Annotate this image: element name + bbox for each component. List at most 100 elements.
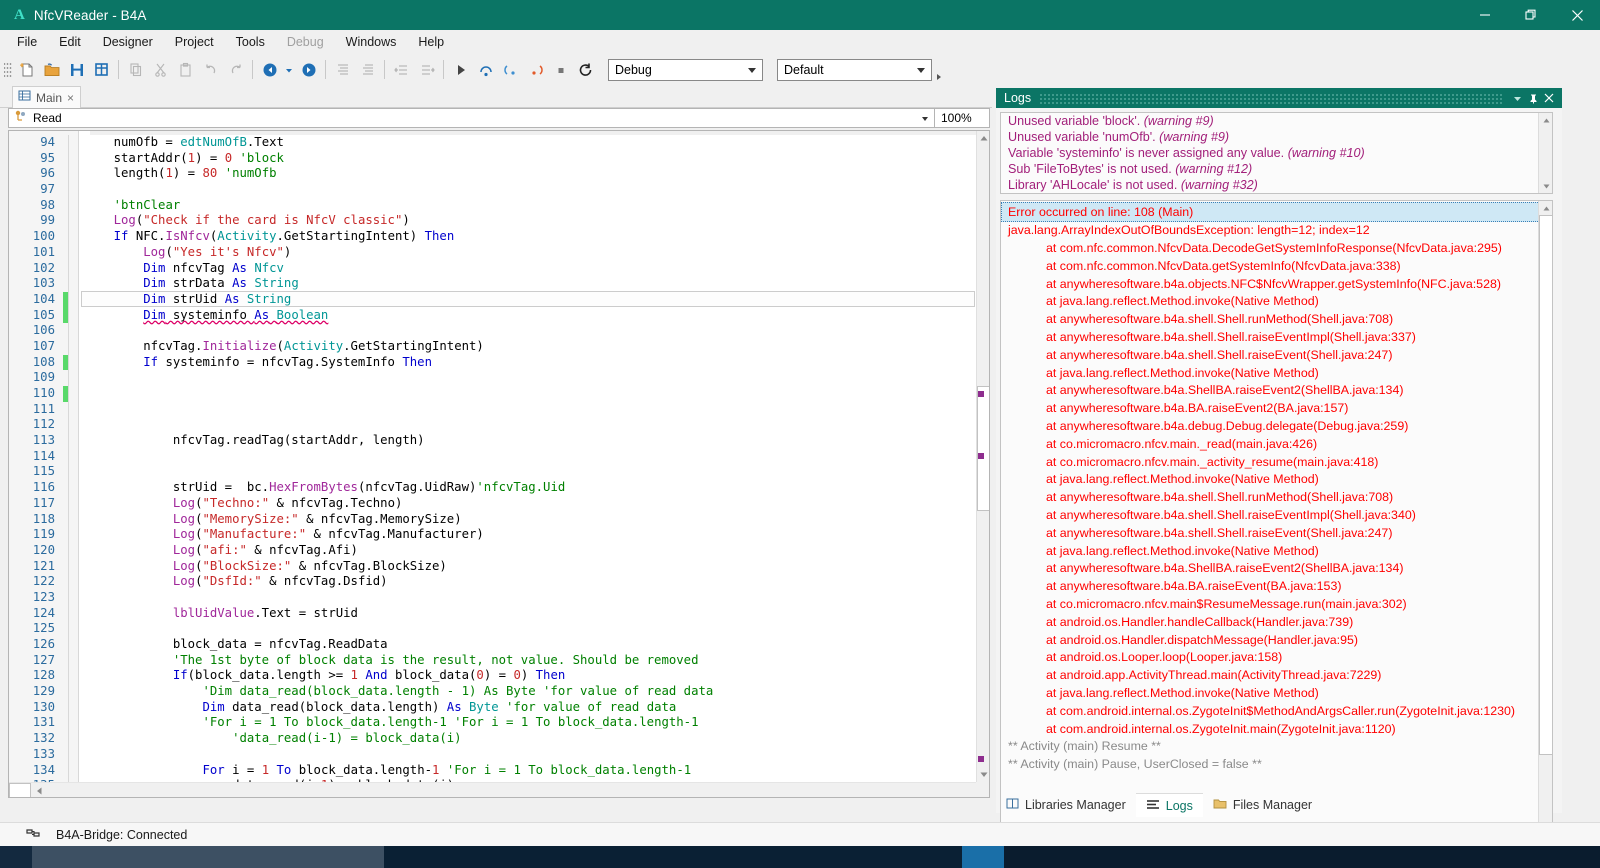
restart-icon[interactable] — [573, 57, 598, 82]
code-line[interactable]: 125 — [9, 621, 976, 637]
code-line[interactable]: 123 — [9, 590, 976, 606]
save-all-icon[interactable] — [89, 57, 114, 82]
code-line[interactable]: 99 Log("Check if the card is NfcV classi… — [9, 213, 976, 229]
log-entry[interactable]: at anywheresoftware.b4a.ShellBA.raiseEve… — [1001, 560, 1538, 578]
chevron-down-icon[interactable] — [1509, 88, 1525, 108]
warning-item[interactable]: Unused variable 'numOfb'. (warning #9) — [1001, 129, 1552, 145]
tab-logs[interactable]: Logs — [1136, 793, 1203, 817]
toolbar-grip[interactable] — [4, 61, 12, 79]
taskbar-start[interactable] — [0, 846, 32, 868]
pin-icon[interactable] — [1525, 88, 1541, 108]
warnings-scrollbar[interactable] — [1538, 113, 1552, 193]
code-line[interactable]: 94 numOfb = edtNumOfB.Text — [9, 135, 976, 151]
tab-libraries-manager[interactable]: Libraries Manager — [996, 793, 1136, 817]
code-line[interactable]: 97 — [9, 182, 976, 198]
log-entry[interactable]: at android.app.ActivityThread.main(Activ… — [1001, 667, 1538, 685]
log-entry[interactable]: at anywheresoftware.b4a.shell.Shell.runM… — [1001, 311, 1538, 329]
log-entry[interactable]: at anywheresoftware.b4a.ShellBA.raiseEve… — [1001, 382, 1538, 400]
scroll-down-icon[interactable] — [1539, 179, 1553, 193]
undo-icon[interactable] — [198, 57, 223, 82]
scroll-down-icon[interactable] — [977, 768, 990, 782]
code-line[interactable]: 112 — [9, 417, 976, 433]
os-taskbar[interactable] — [0, 846, 1600, 868]
editor-scroll-thumb[interactable] — [977, 386, 990, 511]
panel-drag-handle[interactable] — [1039, 93, 1503, 104]
code-line[interactable]: 134 For i = 1 To block_data.length-1 'Fo… — [9, 763, 976, 779]
taskbar-segment[interactable] — [32, 846, 384, 868]
log-entry[interactable]: at com.nfc.common.NfcvData.DecodeGetSyst… — [1001, 240, 1538, 258]
comment-icon[interactable] — [389, 57, 414, 82]
uncomment-icon[interactable] — [414, 57, 439, 82]
code-line[interactable]: 107 nfcvTag.Initialize(Activity.GetStart… — [9, 339, 976, 355]
log-entry[interactable]: at co.micromacro.nfcv.main$ResumeMessage… — [1001, 596, 1538, 614]
editor-horizontal-scrollbar[interactable] — [9, 782, 976, 797]
minimize-button[interactable] — [1462, 0, 1508, 30]
menu-designer[interactable]: Designer — [92, 32, 164, 52]
code-line[interactable]: 118 Log("MemorySize:" & nfcvTag.MemorySi… — [9, 512, 976, 528]
log-entry[interactable]: at android.os.Handler.handleCallback(Han… — [1001, 613, 1538, 631]
log-entry[interactable]: at anywheresoftware.b4a.shell.Shell.rais… — [1001, 524, 1538, 542]
toolbar-overflow-icon[interactable] — [932, 57, 946, 82]
code-line[interactable]: 98 'btnClear — [9, 198, 976, 214]
code-line[interactable]: 108 If systeminfo = nfcvTag.SystemInfo T… — [9, 355, 976, 371]
log-entry[interactable]: at com.android.internal.os.ZygoteInit.ma… — [1001, 720, 1538, 738]
taskbar-tray[interactable] — [1004, 846, 1600, 868]
log-entry[interactable]: at java.lang.reflect.Method.invoke(Nativ… — [1001, 542, 1538, 560]
code-line[interactable]: 115 — [9, 464, 976, 480]
scroll-up-icon[interactable] — [1539, 113, 1553, 127]
log-entry-selected[interactable]: Error occurred on line: 108 (Main) — [1001, 202, 1552, 222]
code-line[interactable]: 133 — [9, 747, 976, 763]
new-file-icon[interactable] — [14, 57, 39, 82]
code-line[interactable]: 122 Log("DsfId:" & nfcvTag.Dsfid) — [9, 574, 976, 590]
menu-windows[interactable]: Windows — [335, 32, 408, 52]
warning-item[interactable]: Sub 'FileToBytes' is not used. (warning … — [1001, 161, 1552, 177]
tab-main[interactable]: Main × — [12, 86, 81, 108]
log-entry[interactable]: at anywheresoftware.b4a.BA.raiseEvent(BA… — [1001, 578, 1538, 596]
code-line[interactable]: 124 lblUidValue.Text = strUid — [9, 606, 976, 622]
logs-output-list[interactable]: Error occurred on line: 108 (Main)java.l… — [1000, 200, 1553, 833]
navigate-back-icon[interactable] — [257, 57, 282, 82]
code-line[interactable]: 131 'For i = 1 To block_data.length-1 'F… — [9, 715, 976, 731]
code-line[interactable]: 109 — [9, 370, 976, 386]
zoom-level[interactable]: 100% — [935, 108, 990, 128]
log-entry[interactable]: at com.android.internal.os.ZygoteInit$Me… — [1001, 702, 1538, 720]
code-line[interactable]: 126 block_data = nfcvTag.ReadData — [9, 637, 976, 653]
code-line[interactable]: 116 strUid = bc.HexFromBytes(nfcvTag.Uid… — [9, 480, 976, 496]
step-out-icon[interactable] — [523, 57, 548, 82]
code-line[interactable]: 96 length(1) = 80 'numOfb — [9, 166, 976, 182]
log-entry[interactable]: at android.os.Looper.loop(Looper.java:15… — [1001, 649, 1538, 667]
navigate-dropdown-icon[interactable] — [282, 57, 296, 82]
scroll-left-icon[interactable] — [31, 783, 46, 798]
taskbar-segment[interactable] — [384, 846, 984, 868]
code-line[interactable]: 129 'Dim data_read(block_data.length - 1… — [9, 684, 976, 700]
log-entry[interactable]: ** Activity (main) Resume ** — [1001, 738, 1538, 756]
tab-close-icon[interactable]: × — [67, 91, 74, 105]
save-icon[interactable] — [64, 57, 89, 82]
menu-project[interactable]: Project — [164, 32, 225, 52]
warning-item[interactable]: Library 'AHLocale' is not used. (warning… — [1001, 177, 1552, 193]
code-line[interactable]: 100 If NFC.IsNfcv(Activity.GetStartingIn… — [9, 229, 976, 245]
copy-icon[interactable] — [123, 57, 148, 82]
scroll-up-icon[interactable] — [1539, 201, 1553, 215]
navigate-forward-icon[interactable] — [296, 57, 321, 82]
log-entry[interactable]: at anywheresoftware.b4a.BA.raiseEvent2(B… — [1001, 400, 1538, 418]
warning-item[interactable]: Unused variable 'block'. (warning #9) — [1001, 113, 1552, 129]
taskbar-active-window[interactable] — [962, 846, 1004, 868]
code-line[interactable]: 102 Dim nfcvTag As Nfcv — [9, 261, 976, 277]
code-line[interactable]: 121 Log("BlockSize:" & nfcvTag.BlockSize… — [9, 559, 976, 575]
log-entry[interactable]: at java.lang.reflect.Method.invoke(Nativ… — [1001, 471, 1538, 489]
log-entry[interactable]: ** Activity (main) Pause, UserClosed = f… — [1001, 756, 1538, 774]
redo-icon[interactable] — [223, 57, 248, 82]
close-icon[interactable] — [1541, 88, 1557, 108]
log-entry[interactable]: at android.os.Handler.dispatchMessage(Ha… — [1001, 631, 1538, 649]
log-entry[interactable]: at anywheresoftware.b4a.shell.Shell.rais… — [1001, 329, 1538, 347]
log-entry[interactable]: at com.nfc.common.NfcvData.getSystemInfo… — [1001, 257, 1538, 275]
code-line[interactable]: 117 Log("Techno:" & nfcvTag.Techno) — [9, 496, 976, 512]
code-line[interactable]: 113 nfcvTag.readTag(startAddr, length) — [9, 433, 976, 449]
editor-hscroll-thumb[interactable] — [9, 783, 31, 798]
log-entry[interactable]: at java.lang.reflect.Method.invoke(Nativ… — [1001, 293, 1538, 311]
code-line[interactable]: 120 Log("afi:" & nfcvTag.Afi) — [9, 543, 976, 559]
code-line[interactable]: 132 'data_read(i-1) = block_data(i) — [9, 731, 976, 747]
cut-icon[interactable] — [148, 57, 173, 82]
build-mode-select[interactable]: Debug — [608, 59, 763, 81]
